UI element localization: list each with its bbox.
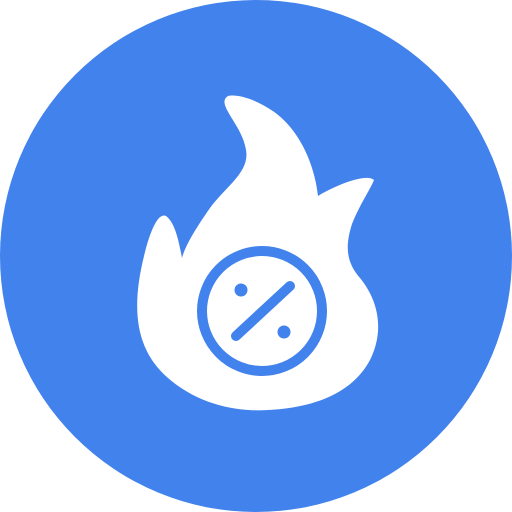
percent-dot-top	[234, 283, 248, 297]
percent-dot-bottom	[277, 325, 291, 339]
hot-deal-percent-icon	[0, 0, 512, 512]
app-icon	[0, 0, 512, 512]
